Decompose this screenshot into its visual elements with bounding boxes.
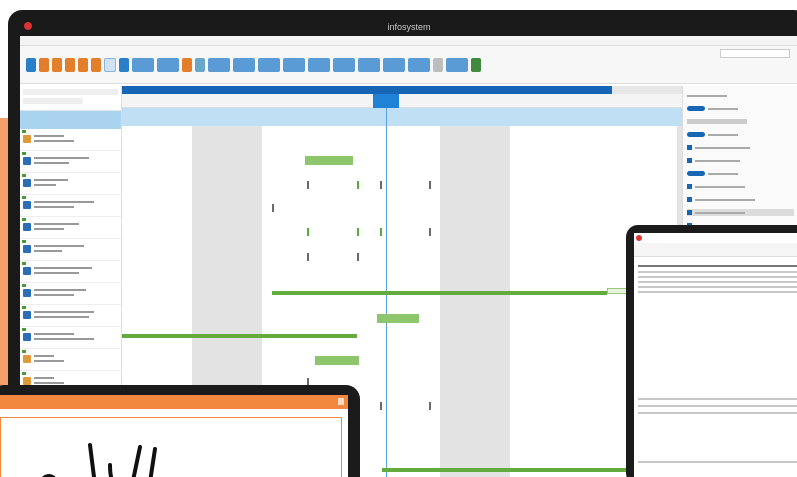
panel-item[interactable] xyxy=(687,183,794,190)
event-marker[interactable] xyxy=(429,402,431,410)
panel-toggle[interactable] xyxy=(687,131,794,138)
brand-bar: infosystem xyxy=(20,18,797,36)
ribbon-button[interactable] xyxy=(182,57,192,72)
panel-item[interactable] xyxy=(687,209,794,216)
ribbon-button-active[interactable] xyxy=(104,57,116,72)
table-row[interactable] xyxy=(638,405,797,407)
ribbon-dropdown[interactable] xyxy=(132,57,154,72)
resource-row[interactable] xyxy=(20,151,121,173)
event-marker[interactable] xyxy=(429,228,431,236)
ribbon-button[interactable] xyxy=(233,57,255,72)
close-icon[interactable] xyxy=(338,398,344,405)
event-marker[interactable] xyxy=(380,402,382,410)
ribbon-button[interactable] xyxy=(258,57,280,72)
panel-item[interactable] xyxy=(687,92,794,99)
resource-row[interactable] xyxy=(20,129,121,151)
app-logo-icon xyxy=(636,235,642,241)
ribbon-button[interactable] xyxy=(283,57,305,72)
event-marker[interactable] xyxy=(380,181,382,189)
event-marker[interactable] xyxy=(357,181,359,189)
filter-row xyxy=(20,89,121,111)
tablet-screen xyxy=(634,233,797,477)
panel-toggle[interactable] xyxy=(687,170,794,177)
panel-item[interactable] xyxy=(687,157,794,164)
table-row[interactable] xyxy=(638,412,797,414)
event-marker[interactable] xyxy=(429,181,431,189)
period-header-next xyxy=(612,86,682,94)
resource-row[interactable] xyxy=(20,327,121,349)
panel-item[interactable] xyxy=(687,196,794,203)
ribbon-button[interactable] xyxy=(208,57,230,72)
resource-row[interactable] xyxy=(20,305,121,327)
table-row[interactable] xyxy=(638,271,797,273)
task-bar[interactable] xyxy=(272,291,607,295)
ribbon-button[interactable] xyxy=(358,57,380,72)
task-bar[interactable] xyxy=(315,356,359,365)
event-marker[interactable] xyxy=(307,228,309,236)
ribbon-button[interactable] xyxy=(308,57,330,72)
phone-screen xyxy=(0,395,348,477)
ribbon-button[interactable] xyxy=(446,57,468,72)
ribbon-button[interactable] xyxy=(471,57,481,72)
ribbon-button[interactable] xyxy=(195,57,205,72)
ribbon-button[interactable] xyxy=(383,57,405,72)
task-bar[interactable] xyxy=(122,334,357,338)
panel-item[interactable] xyxy=(687,118,794,125)
resource-row[interactable] xyxy=(20,283,121,305)
search-input[interactable] xyxy=(720,49,790,58)
panel-toggle[interactable] xyxy=(687,105,794,112)
ribbon-button[interactable] xyxy=(333,57,355,72)
panel-item[interactable] xyxy=(687,144,794,151)
task-bar[interactable] xyxy=(305,156,353,165)
marketing-composite: infosystem xyxy=(0,0,797,477)
app-logo-icon xyxy=(24,22,32,30)
resource-row[interactable] xyxy=(20,239,121,261)
table-row[interactable] xyxy=(638,286,797,288)
table-row[interactable] xyxy=(638,276,797,278)
event-marker[interactable] xyxy=(307,253,309,261)
phone-device xyxy=(0,385,360,477)
ribbon-button[interactable] xyxy=(78,57,88,72)
resource-row[interactable] xyxy=(20,261,121,283)
signature-header xyxy=(0,395,348,409)
resource-row[interactable] xyxy=(20,349,121,371)
table-row[interactable] xyxy=(638,398,797,400)
resource-row[interactable] xyxy=(20,217,121,239)
ribbon-button[interactable] xyxy=(52,57,62,72)
signature-mark xyxy=(42,443,157,477)
event-marker[interactable] xyxy=(307,181,309,189)
table-row[interactable] xyxy=(638,265,797,267)
table-row[interactable] xyxy=(638,291,797,293)
day-header-row xyxy=(122,94,682,108)
table-row[interactable] xyxy=(638,281,797,283)
filter-input[interactable] xyxy=(23,89,118,95)
filter-input[interactable] xyxy=(23,98,83,104)
ribbon-button[interactable] xyxy=(408,57,430,72)
task-bar[interactable] xyxy=(377,314,419,323)
event-marker[interactable] xyxy=(357,253,359,261)
table-row[interactable] xyxy=(638,461,797,463)
period-header xyxy=(122,86,612,94)
ribbon-button[interactable] xyxy=(65,57,75,72)
ribbon-button[interactable] xyxy=(39,57,49,72)
resource-group-header[interactable] xyxy=(20,111,121,129)
event-marker[interactable] xyxy=(272,204,274,212)
ribbon-toolbar xyxy=(20,46,797,84)
event-marker[interactable] xyxy=(380,228,382,236)
selected-row[interactable] xyxy=(122,108,682,126)
app-titlebar xyxy=(20,36,797,46)
resource-row[interactable] xyxy=(20,173,121,195)
ribbon-button[interactable] xyxy=(119,57,129,72)
today-marker xyxy=(373,94,399,108)
event-marker[interactable] xyxy=(357,228,359,236)
ribbon-dropdown[interactable] xyxy=(157,57,179,72)
resource-row[interactable] xyxy=(20,195,121,217)
tablet-toolbar xyxy=(634,243,797,257)
ribbon-button[interactable] xyxy=(91,57,101,72)
brand-name: infosystem xyxy=(387,22,431,32)
tablet-device xyxy=(626,225,797,477)
ribbon-button[interactable] xyxy=(433,57,443,72)
ribbon-button[interactable] xyxy=(26,57,36,72)
